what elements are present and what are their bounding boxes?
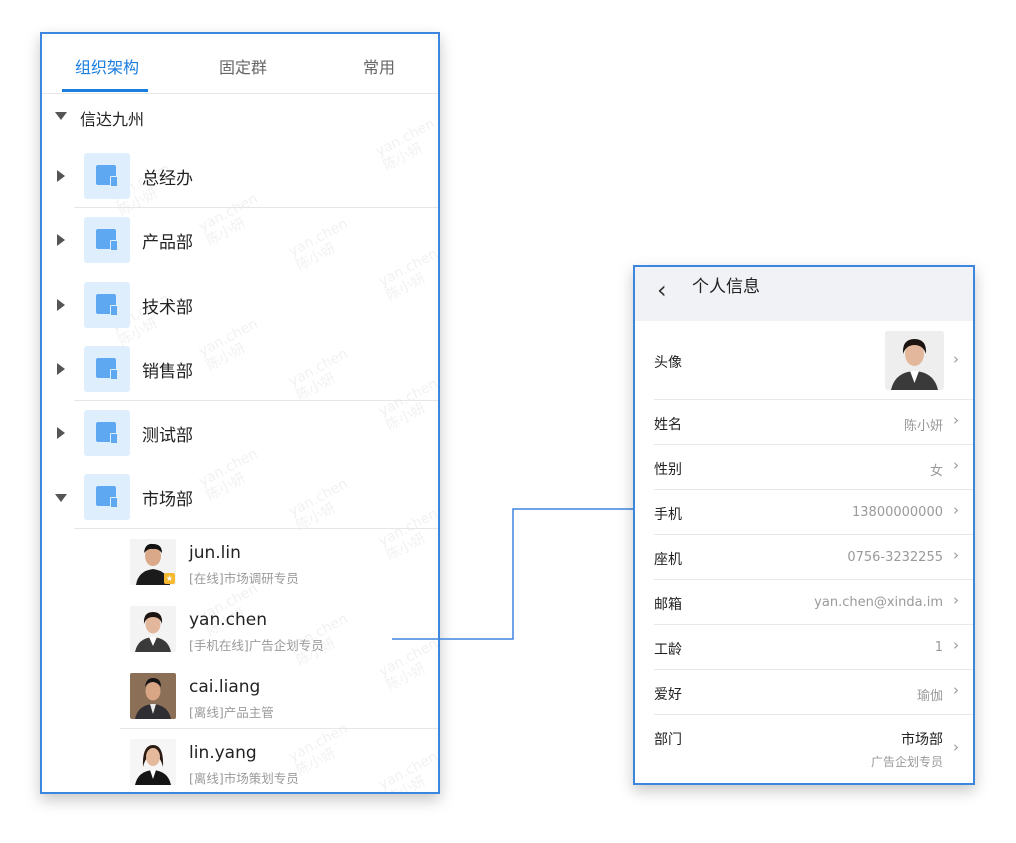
collapse-icon (55, 494, 67, 502)
field-value: 陈小妍 (903, 419, 943, 434)
org-panel: yan.chen 陈小妍 yan.chen 陈小妍 yan.chen 陈小妍 yan.… (40, 32, 440, 794)
profile-header: ‹ 个人信息 (635, 267, 973, 321)
field-value: yan.chen@xinda.im (814, 595, 943, 610)
field-value: 女 (929, 464, 943, 479)
tab-fixed-groups[interactable]: 固定群 (188, 34, 298, 94)
field-label: 邮箱 (654, 597, 682, 613)
chevron-right-icon: › (953, 501, 959, 519)
dept-row[interactable]: 测试部 (42, 401, 438, 465)
field-row-landline[interactable]: 座机 0756-3232255 › (635, 535, 973, 580)
active-tab-indicator (62, 89, 148, 92)
chevron-right-icon: › (953, 681, 959, 699)
department-value: 市场部 (901, 732, 943, 748)
avatar-label: 头像 (654, 355, 682, 371)
field-row-name[interactable]: 姓名 陈小妍 › (635, 400, 973, 445)
dept-label: 产品部 (142, 233, 193, 253)
expand-icon (57, 234, 65, 246)
dept-label: 测试部 (142, 426, 193, 446)
org-root-label: 信达九州 (80, 110, 145, 129)
chevron-right-icon: › (953, 546, 959, 564)
field-value: 0756-3232255 (847, 550, 943, 565)
dept-row[interactable]: 销售部 (42, 337, 438, 401)
field-label: 姓名 (654, 417, 682, 433)
field-value: 13800000000 (852, 505, 943, 520)
back-chevron-icon[interactable]: ‹ (657, 276, 667, 304)
field-row-hobby[interactable]: 爱好 瑜伽 › (635, 670, 973, 715)
dept-label: 总经办 (142, 169, 193, 189)
member-row[interactable]: lin.yang [离线]市场策划专员 (42, 729, 438, 792)
member-status: [在线]市场调研专员 (189, 571, 299, 586)
dept-label: 销售部 (142, 362, 193, 382)
profile-avatar (885, 331, 944, 390)
field-value: 1 (934, 640, 943, 655)
dept-row[interactable]: 总经办 (42, 144, 438, 208)
department-icon (84, 410, 130, 456)
field-label: 手机 (654, 507, 682, 523)
tab-bar: 组织架构 固定群 常用 (42, 34, 438, 94)
member-status: [手机在线]广告企划专员 (189, 638, 324, 653)
member-name: lin.yang (189, 743, 257, 763)
dept-row[interactable]: 技术部 (42, 273, 438, 337)
expand-icon (57, 363, 65, 375)
avatar: ★ (130, 539, 176, 585)
avatar (130, 606, 176, 652)
field-label: 工龄 (654, 642, 682, 658)
org-root[interactable]: 信达九州 (42, 94, 438, 138)
page-title: 个人信息 (692, 277, 760, 297)
field-label: 性别 (654, 462, 682, 478)
tab-frequent[interactable]: 常用 (324, 34, 434, 94)
chevron-right-icon: › (953, 738, 959, 756)
expand-icon (57, 170, 65, 182)
member-name: cai.liang (189, 677, 261, 697)
profile-panel: ‹ 个人信息 头像 › 姓名 陈小妍 › 性别 女 › 手机 138000000… (633, 265, 975, 785)
dept-row[interactable]: 产品部 (42, 208, 438, 272)
member-status: [离线]产品主管 (189, 705, 274, 720)
member-row[interactable]: cai.liang [离线]产品主管 (42, 663, 438, 729)
department-icon (84, 217, 130, 263)
field-row-gender[interactable]: 性别 女 › (635, 445, 973, 490)
tab-org-structure[interactable]: 组织架构 (52, 34, 162, 94)
field-label: 部门 (654, 732, 682, 748)
member-status: [离线]市场策划专员 (189, 771, 299, 786)
member-name: yan.chen (189, 610, 268, 630)
dept-label: 技术部 (142, 298, 193, 318)
star-badge-icon: ★ (164, 573, 175, 584)
field-row-mobile[interactable]: 手机 13800000000 › (635, 490, 973, 535)
field-row-department[interactable]: 部门 市场部 广告企划专员 › (635, 715, 973, 781)
avatar (130, 739, 176, 785)
avatar (130, 673, 176, 719)
expand-icon (57, 427, 65, 439)
department-icon (84, 282, 130, 328)
department-icon (84, 346, 130, 392)
avatar-row[interactable]: 头像 › (635, 321, 973, 400)
member-row[interactable]: yan.chen [手机在线]广告企划专员 (42, 596, 438, 662)
member-row[interactable]: ★ jun.lin [在线]市场调研专员 (42, 529, 438, 595)
department-icon (84, 153, 130, 199)
dept-label: 市场部 (142, 490, 193, 510)
chevron-right-icon: › (953, 591, 959, 609)
field-row-email[interactable]: 邮箱 yan.chen@xinda.im › (635, 580, 973, 625)
chevron-right-icon: › (953, 456, 959, 474)
field-row-seniority[interactable]: 工龄 1 › (635, 625, 973, 670)
chevron-right-icon: › (953, 350, 959, 368)
position-value: 广告企划专员 (870, 755, 943, 769)
member-name: jun.lin (189, 543, 241, 563)
field-label: 座机 (654, 552, 682, 568)
collapse-icon (55, 112, 67, 120)
dept-row-expanded[interactable]: 市场部 (42, 465, 438, 529)
department-icon (84, 474, 130, 520)
field-value: 瑜伽 (916, 689, 943, 704)
field-label: 爱好 (654, 687, 682, 703)
expand-icon (57, 299, 65, 311)
chevron-right-icon: › (953, 636, 959, 654)
chevron-right-icon: › (953, 411, 959, 429)
